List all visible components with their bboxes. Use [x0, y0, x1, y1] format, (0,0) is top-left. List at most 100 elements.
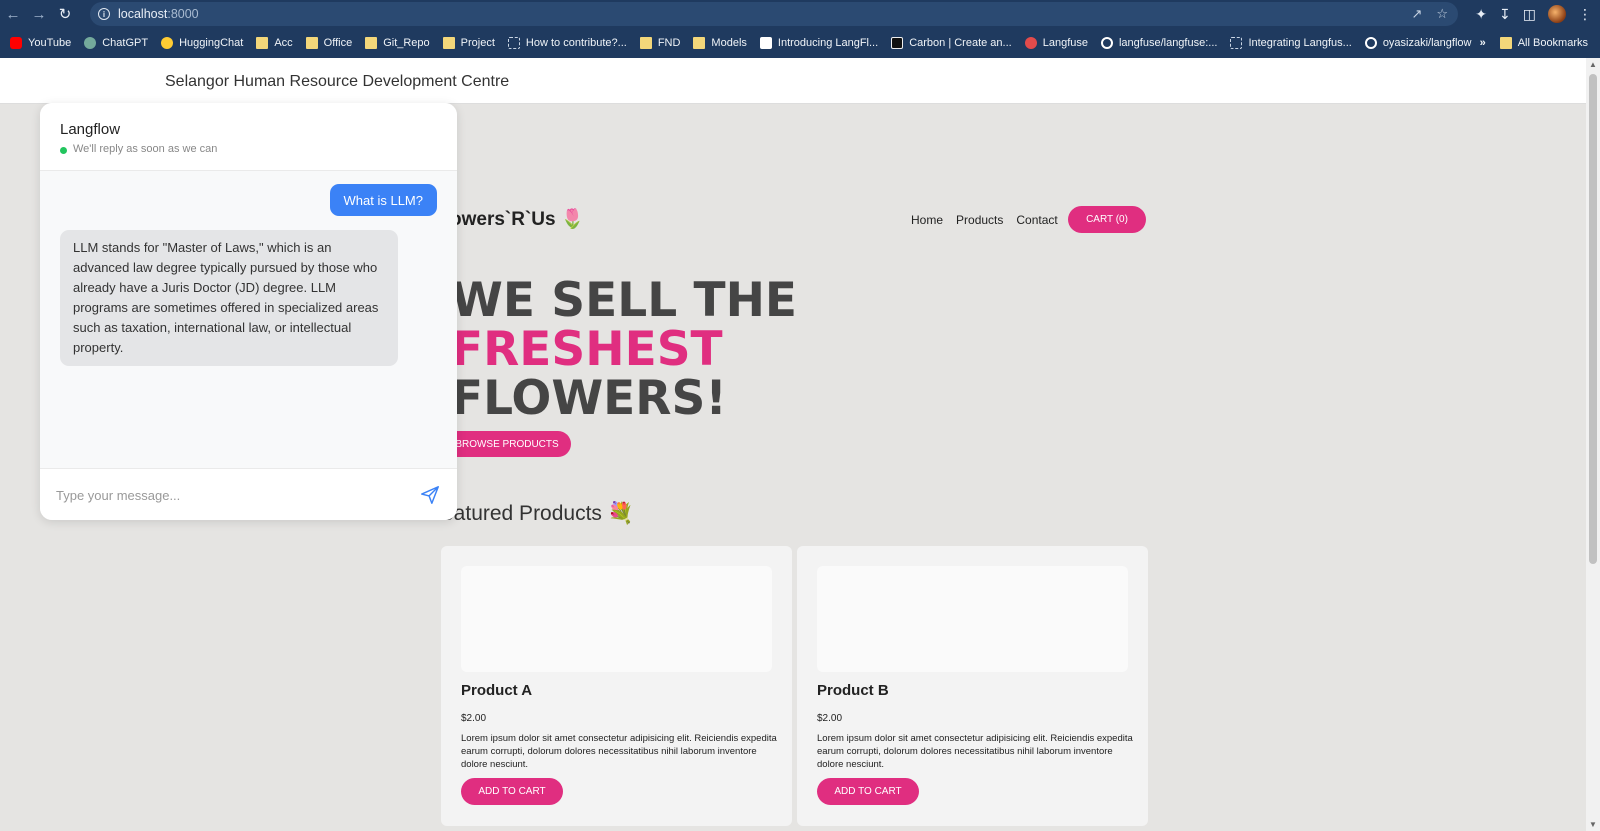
carbon-icon: [891, 37, 904, 49]
cart-button[interactable]: CART (0): [1068, 206, 1146, 233]
bookmarks-bar: YouTube ChatGPT HuggingChat Acc Office Git_Re…: [0, 28, 1600, 58]
store-nav: Home Products Contact: [911, 213, 1058, 227]
product-image: [817, 566, 1128, 672]
url-text: localhost:8000: [118, 7, 199, 21]
hero-line-2: FRESHEST: [451, 322, 723, 377]
user-message-bubble: What is LLM?: [329, 184, 437, 216]
product-description: Lorem ipsum dolor sit amet consectetur a…: [817, 733, 1133, 770]
back-icon[interactable]: ←: [0, 0, 26, 28]
bookmark-label: Models: [711, 37, 747, 49]
bookmark-item[interactable]: Git_Repo: [365, 37, 430, 49]
page-icon: [507, 37, 520, 49]
bookmark-label: Langfuse: [1042, 37, 1088, 49]
product-price: $2.00: [461, 713, 487, 724]
folder-icon: [365, 37, 378, 49]
chat-widget: Langflow We'll reply as soon as we can W…: [40, 103, 457, 520]
langflow-icon: [759, 37, 772, 49]
all-bookmarks-button[interactable]: All Bookmarks: [1518, 37, 1588, 49]
share-icon[interactable]: ↗: [1411, 6, 1422, 22]
bookmark-item[interactable]: Models: [693, 37, 747, 49]
youtube-icon: [10, 37, 22, 49]
scrollbar-thumb[interactable]: [1589, 74, 1597, 564]
star-icon[interactable]: ☆: [1436, 6, 1448, 22]
bookmark-item[interactable]: langfuse/langfuse:...: [1100, 37, 1218, 49]
nav-contact-link[interactable]: Contact: [1016, 213, 1057, 227]
more-bookmarks-button[interactable]: »: [1480, 37, 1486, 49]
bookmark-item[interactable]: Introducing LangFl...: [759, 37, 879, 49]
bookmark-item[interactable]: Langfuse: [1024, 37, 1088, 49]
bookmark-label: FND: [657, 37, 681, 49]
store-brand[interactable]: owers`R`Us 🌷: [450, 207, 585, 231]
product-price: $2.00: [817, 713, 843, 724]
hero-line-1: WE SELL THE: [451, 273, 798, 328]
page-scrollbar[interactable]: ▲ ▼: [1586, 58, 1600, 831]
bookmark-label: langfuse/langfuse:...: [1118, 37, 1218, 49]
chat-status-text: We'll reply as soon as we can: [73, 143, 218, 155]
nav-products-link[interactable]: Products: [956, 213, 1003, 227]
send-icon[interactable]: [419, 484, 441, 506]
github-icon: [1364, 37, 1377, 49]
hero-heading: WE SELL THE FRESHEST FLOWERS!: [451, 276, 797, 423]
profile-avatar[interactable]: [1548, 5, 1566, 23]
page-icon: [1230, 37, 1243, 49]
product-description: Lorem ipsum dolor sit amet consectetur a…: [461, 733, 777, 770]
bookmark-label: Git_Repo: [383, 37, 430, 49]
bookmark-item[interactable]: YouTube: [10, 37, 71, 49]
site-header: Selangor Human Resource Development Cent…: [0, 58, 1586, 104]
bookmark-item[interactable]: Acc: [256, 37, 293, 49]
bookmark-item[interactable]: oyasizaki/langflow: [1364, 37, 1471, 49]
address-bar[interactable]: i localhost:8000 ↗ ☆: [90, 2, 1458, 26]
folder-icon: [1499, 37, 1512, 49]
chat-input-area: [40, 468, 457, 520]
bookmark-item[interactable]: Office: [305, 37, 353, 49]
forward-icon[interactable]: →: [26, 0, 52, 28]
bookmark-item[interactable]: Project: [442, 37, 495, 49]
menu-icon[interactable]: ⋮: [1578, 6, 1592, 23]
online-status-dot: [60, 147, 67, 154]
bookmark-label: YouTube: [28, 37, 72, 49]
product-card: Product A $2.00 Lorem ipsum dolor sit am…: [441, 546, 792, 826]
folder-icon: [639, 37, 652, 49]
bookmark-item[interactable]: How to contribute?...: [507, 37, 627, 49]
chat-header: Langflow We'll reply as soon as we can: [40, 103, 457, 171]
product-name: Product B: [817, 682, 889, 699]
bookmark-item[interactable]: ChatGPT: [84, 37, 148, 49]
scroll-down-icon[interactable]: ▼: [1589, 820, 1597, 829]
product-name: Product A: [461, 682, 533, 699]
side-panel-icon[interactable]: ◫: [1523, 6, 1536, 23]
bookmark-item[interactable]: FND: [639, 37, 681, 49]
bot-message-bubble: LLM stands for "Master of Laws," which i…: [60, 230, 398, 366]
scroll-up-icon[interactable]: ▲: [1589, 60, 1597, 69]
folder-icon: [442, 37, 455, 49]
langfuse-icon: [1024, 37, 1037, 49]
bookmark-item[interactable]: Integrating Langfus...: [1230, 37, 1352, 49]
nav-home-link[interactable]: Home: [911, 213, 943, 227]
browser-toolbar: ← → ↻ i localhost:8000 ↗ ☆ ✦ ↧ ◫ ⋮: [0, 0, 1600, 28]
bookmark-label: Carbon | Create an...: [909, 37, 1012, 49]
bookmark-label: Acc: [274, 37, 293, 49]
bookmark-label: Office: [323, 37, 353, 49]
chatgpt-icon: [84, 37, 97, 49]
extensions-icon[interactable]: ✦: [1475, 6, 1487, 23]
add-to-cart-button[interactable]: ADD TO CART: [817, 778, 919, 805]
hero-line-3: FLOWERS!: [451, 371, 727, 426]
bookmark-label: Project: [460, 37, 495, 49]
browse-products-button[interactable]: BROWSE PRODUCTS: [443, 431, 571, 457]
bookmark-label: ChatGPT: [102, 37, 149, 49]
add-to-cart-button[interactable]: ADD TO CART: [461, 778, 563, 805]
download-icon[interactable]: ↧: [1499, 6, 1511, 23]
chat-title: Langflow: [60, 121, 121, 138]
bookmark-label: HuggingChat: [179, 37, 244, 49]
product-image: [461, 566, 772, 672]
reload-icon[interactable]: ↻: [52, 0, 78, 28]
folder-icon: [256, 37, 269, 49]
bookmark-item[interactable]: Carbon | Create an...: [891, 37, 1012, 49]
site-header-title: Selangor Human Resource Development Cent…: [165, 73, 510, 90]
bookmark-label: How to contribute?...: [525, 37, 627, 49]
bookmark-label: Introducing LangFl...: [777, 37, 879, 49]
chat-message-input[interactable]: [56, 482, 396, 508]
featured-products-title: eatured Products 💐: [442, 502, 634, 525]
bookmark-item[interactable]: HuggingChat: [161, 37, 243, 49]
site-info-icon[interactable]: i: [98, 8, 110, 20]
folder-icon: [693, 37, 706, 49]
